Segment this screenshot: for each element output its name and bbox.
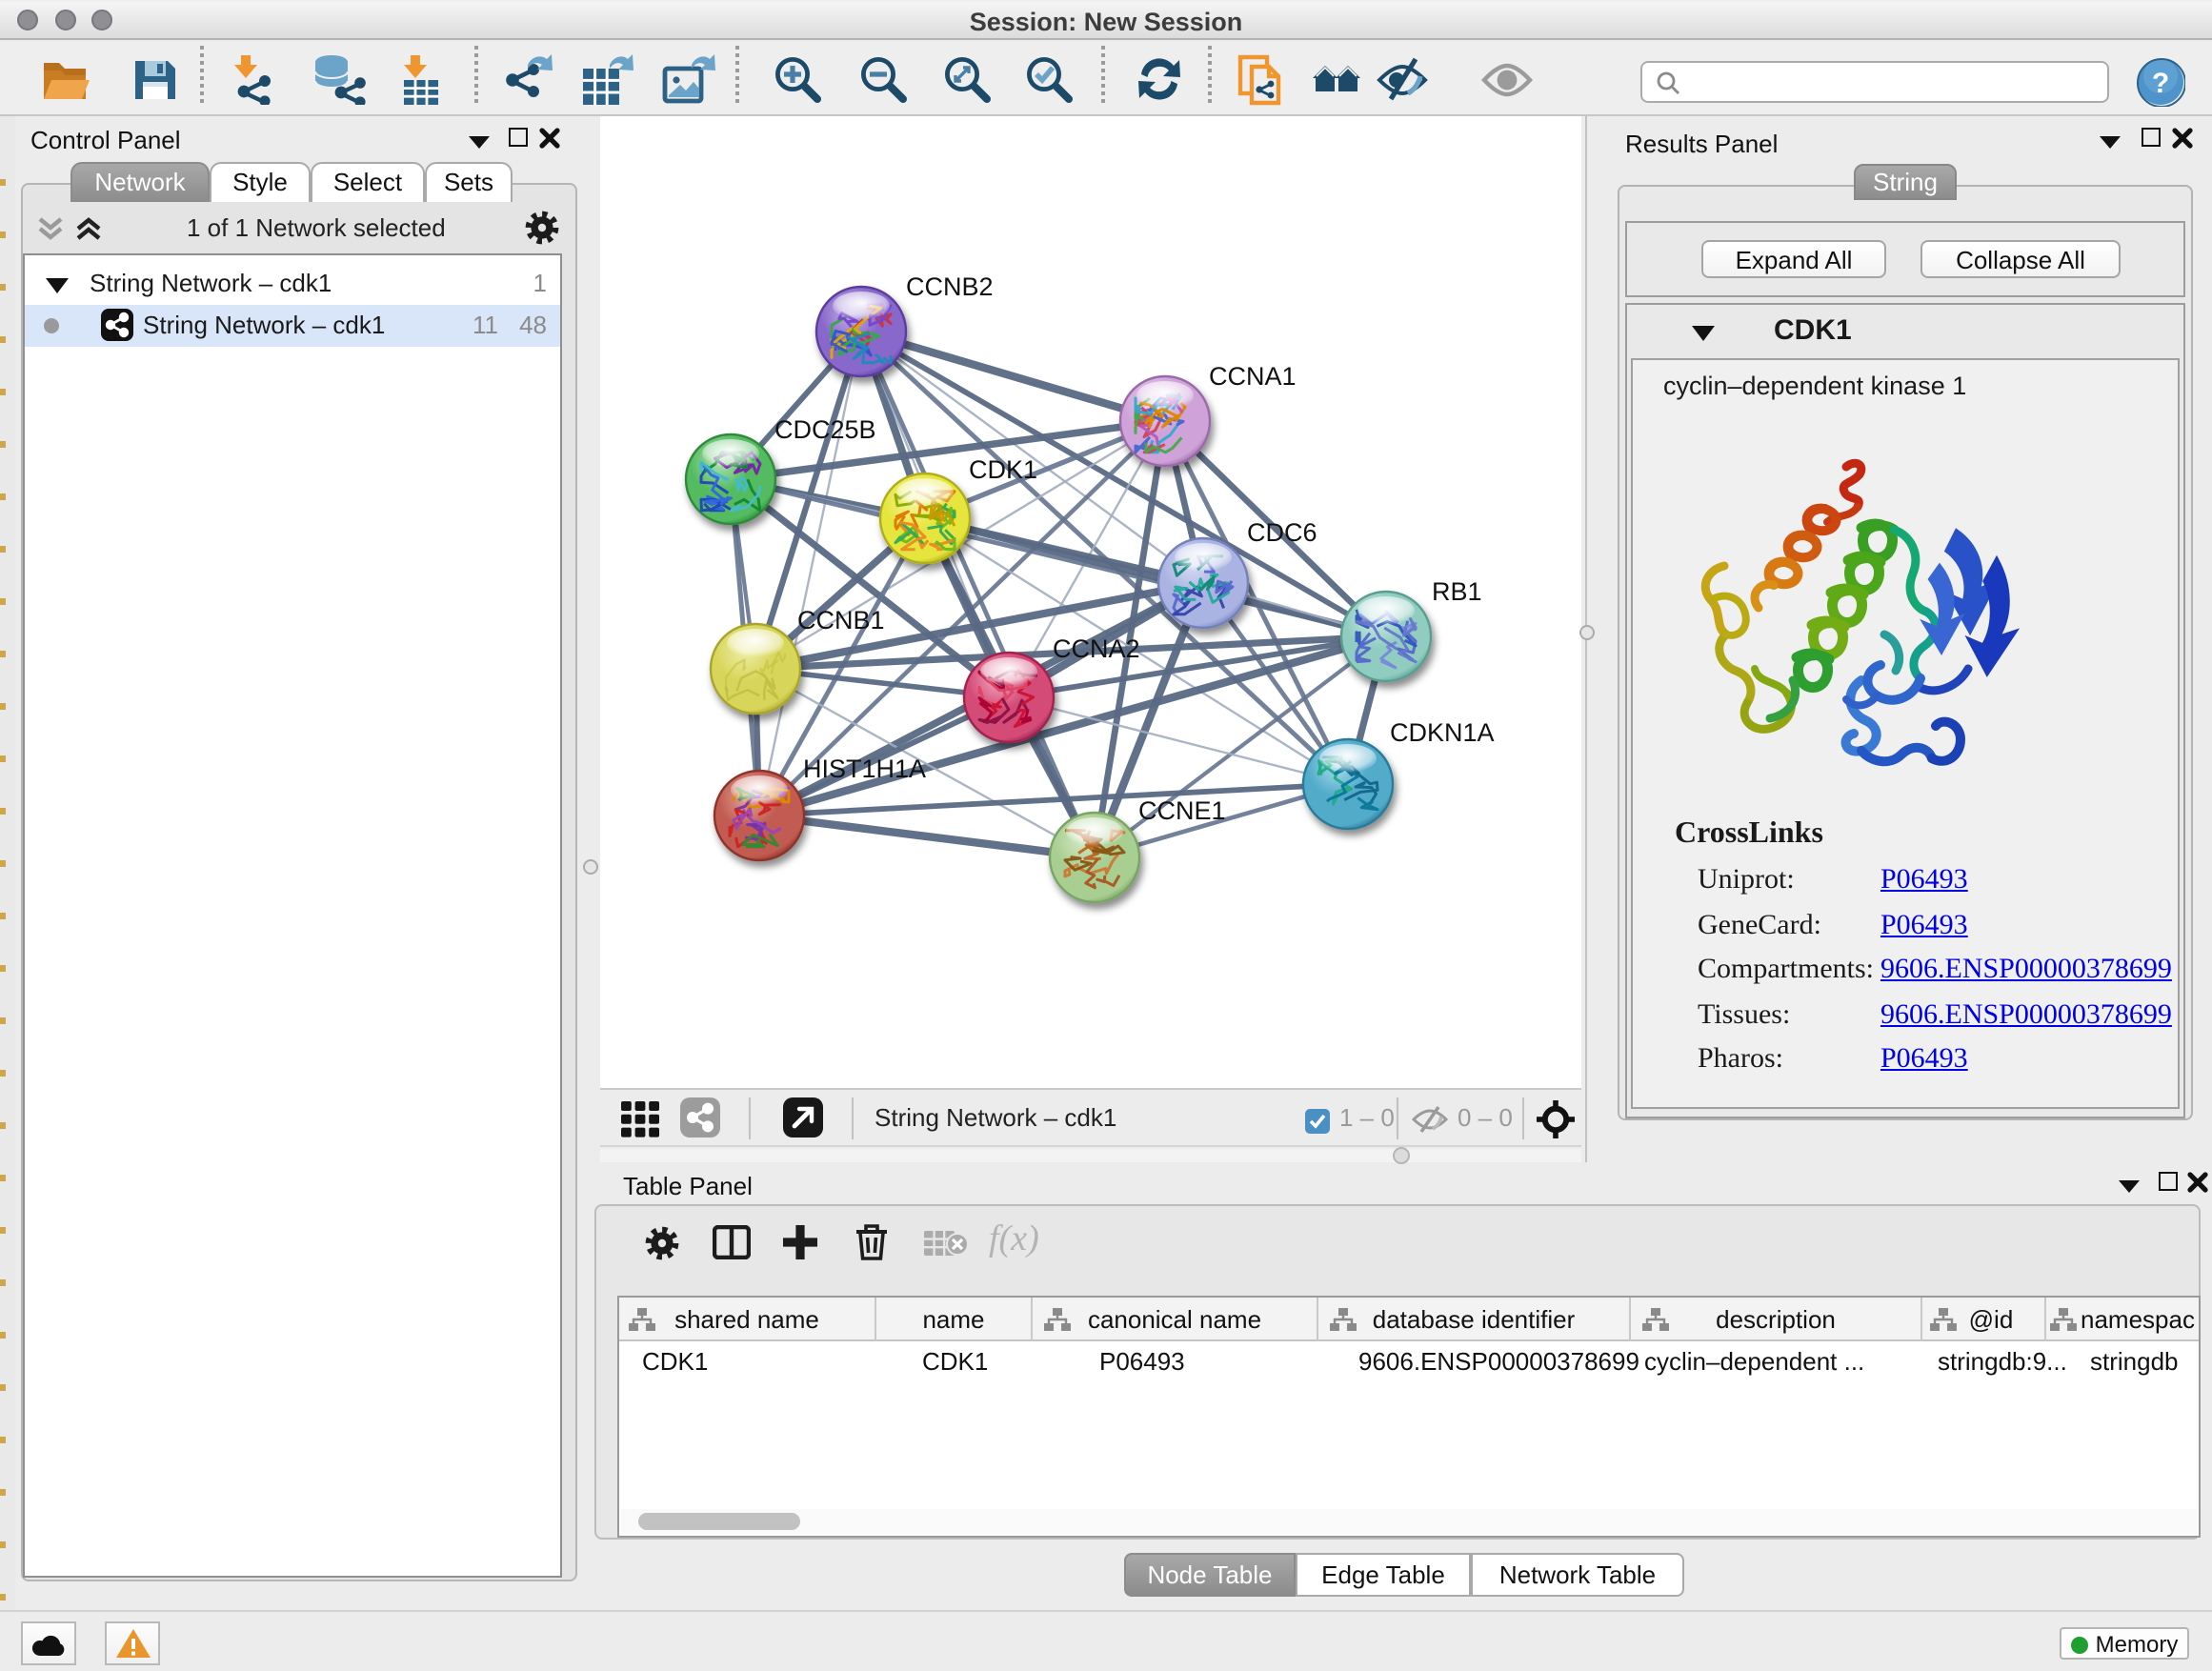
svg-text:CCNB2: CCNB2 (906, 272, 994, 301)
svg-text:CCNE1: CCNE1 (1138, 796, 1226, 825)
svg-text:CDC6: CDC6 (1247, 518, 1317, 547)
svg-text:CCNA2: CCNA2 (1053, 634, 1140, 663)
svg-text:HIST1H1A: HIST1H1A (803, 755, 926, 783)
svg-text:CDC25B: CDC25B (774, 415, 876, 444)
svg-text:RB1: RB1 (1432, 577, 1482, 606)
svg-text:CDK1: CDK1 (969, 455, 1037, 484)
svg-text:CDKN1A: CDKN1A (1390, 718, 1495, 747)
svg-text:CCNB1: CCNB1 (797, 606, 885, 634)
svg-text:?: ? (2152, 68, 2169, 99)
svg-text:CCNA1: CCNA1 (1209, 362, 1297, 391)
